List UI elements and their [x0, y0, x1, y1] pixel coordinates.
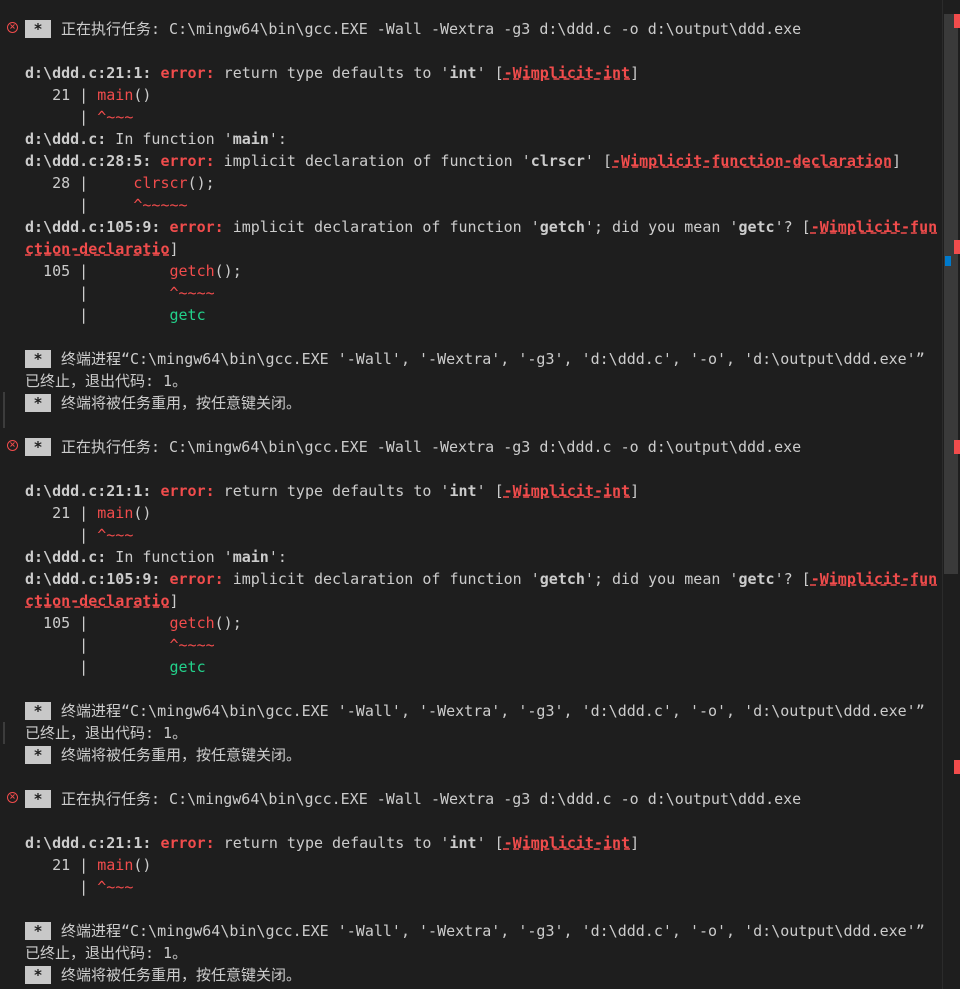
- diagnostic-line-wrap: ction-declaratio]: [25, 592, 179, 610]
- asterisk-badge-icon: *: [25, 701, 51, 720]
- error-marker: [954, 760, 960, 774]
- diagnostic-line: d:\ddd.c:21:1: error: return type defaul…: [25, 834, 640, 852]
- reuse-notice-line: * 终端将被任务重用，按任意键关闭。: [25, 744, 301, 766]
- error-circle-icon: ×: [7, 792, 18, 803]
- diagnostic-line: d:\ddd.c:21:1: error: return type defaul…: [25, 482, 640, 500]
- diagnostic-line: d:\ddd.c:105:9: error: implicit declarat…: [25, 218, 938, 236]
- warning-flag-link[interactable]: -Wimplicit-fun: [811, 570, 937, 588]
- reuse-notice-line: * 终端将被任务重用，按任意键关闭。: [25, 392, 301, 414]
- asterisk-badge-icon: *: [25, 393, 51, 412]
- source-line: 21 | main(): [25, 504, 152, 522]
- cursor-marker: [945, 256, 951, 266]
- source-line: 28 | clrscr();: [25, 174, 215, 192]
- caret-line: | ^~~~: [25, 108, 134, 126]
- in-function-line: d:\ddd.c: In function 'main':: [25, 548, 287, 566]
- hint-line: | getc: [25, 306, 206, 324]
- hint-line: | getc: [25, 658, 206, 676]
- asterisk-badge-icon: *: [25, 789, 51, 808]
- task-header: * 正在执行任务: C:\mingw64\bin\gcc.EXE -Wall -W…: [25, 436, 801, 458]
- asterisk-badge-icon: *: [25, 349, 51, 368]
- warning-flag-link[interactable]: -Wimplicit-fun: [811, 218, 937, 236]
- warning-flag-link[interactable]: ction-declaratio: [25, 240, 170, 258]
- diagnostic-line-wrap: ction-declaratio]: [25, 240, 179, 258]
- error-marker: [954, 240, 960, 254]
- exit-code-line: 已终止，退出代码: 1。: [25, 724, 188, 742]
- diagnostic-line: d:\ddd.c:21:1: error: return type defaul…: [25, 64, 640, 82]
- source-line: 105 | getch();: [25, 614, 242, 632]
- caret-line: | ^~~~~~: [25, 196, 188, 214]
- asterisk-badge-icon: *: [25, 437, 51, 456]
- warning-flag-link[interactable]: -Wimplicit-int: [504, 64, 630, 82]
- diagnostic-line: d:\ddd.c:28:5: error: implicit declarati…: [25, 152, 902, 170]
- asterisk-badge-icon: *: [25, 921, 51, 940]
- source-line: 105 | getch();: [25, 262, 242, 280]
- terminal-output[interactable]: × * 正在执行任务: C:\mingw64\bin\gcc.EXE -Wall …: [0, 0, 942, 989]
- asterisk-badge-icon: *: [25, 745, 51, 764]
- reuse-notice-line: * 终端将被任务重用，按任意键关闭。: [25, 964, 301, 986]
- warning-flag-link[interactable]: ction-declaratio: [25, 592, 170, 610]
- terminal-process-line: * 终端进程“C:\mingw64\bin\gcc.EXE '-Wall', '-…: [25, 348, 925, 370]
- error-marker: [954, 14, 960, 28]
- error-marker: [954, 440, 960, 454]
- diagnostic-line: d:\ddd.c:105:9: error: implicit declarat…: [25, 570, 938, 588]
- source-line: 21 | main(): [25, 856, 152, 874]
- task-header: * 正在执行任务: C:\mingw64\bin\gcc.EXE -Wall -W…: [25, 18, 801, 40]
- terminal-process-line: * 终端进程“C:\mingw64\bin\gcc.EXE '-Wall', '-…: [25, 920, 925, 942]
- caret-line: | ^~~~: [25, 526, 134, 544]
- asterisk-badge-icon: *: [25, 19, 51, 38]
- caret-line: | ^~~~~: [25, 636, 215, 654]
- exit-code-line: 已终止，退出代码: 1。: [25, 372, 188, 390]
- scrollbar-thumb[interactable]: [944, 14, 958, 574]
- error-circle-icon: ×: [7, 22, 18, 33]
- terminal-process-line: * 终端进程“C:\mingw64\bin\gcc.EXE '-Wall', '-…: [25, 700, 925, 722]
- exit-code-line: 已终止，退出代码: 1。: [25, 944, 188, 962]
- vertical-scrollbar[interactable]: [942, 0, 960, 989]
- in-function-line: d:\ddd.c: In function 'main':: [25, 130, 287, 148]
- warning-flag-link[interactable]: -Wimplicit-int: [504, 834, 630, 852]
- warning-flag-link[interactable]: -Wimplicit-int: [504, 482, 630, 500]
- error-circle-icon: ×: [7, 440, 18, 451]
- command-separator: [3, 722, 5, 744]
- task-header: * 正在执行任务: C:\mingw64\bin\gcc.EXE -Wall -W…: [25, 788, 801, 810]
- asterisk-badge-icon: *: [25, 965, 51, 984]
- caret-line: | ^~~~~: [25, 284, 215, 302]
- source-line: 21 | main(): [25, 86, 152, 104]
- warning-flag-link[interactable]: -Wimplicit-function-declaration: [612, 152, 892, 170]
- caret-line: | ^~~~: [25, 878, 134, 896]
- command-separator: [3, 392, 5, 428]
